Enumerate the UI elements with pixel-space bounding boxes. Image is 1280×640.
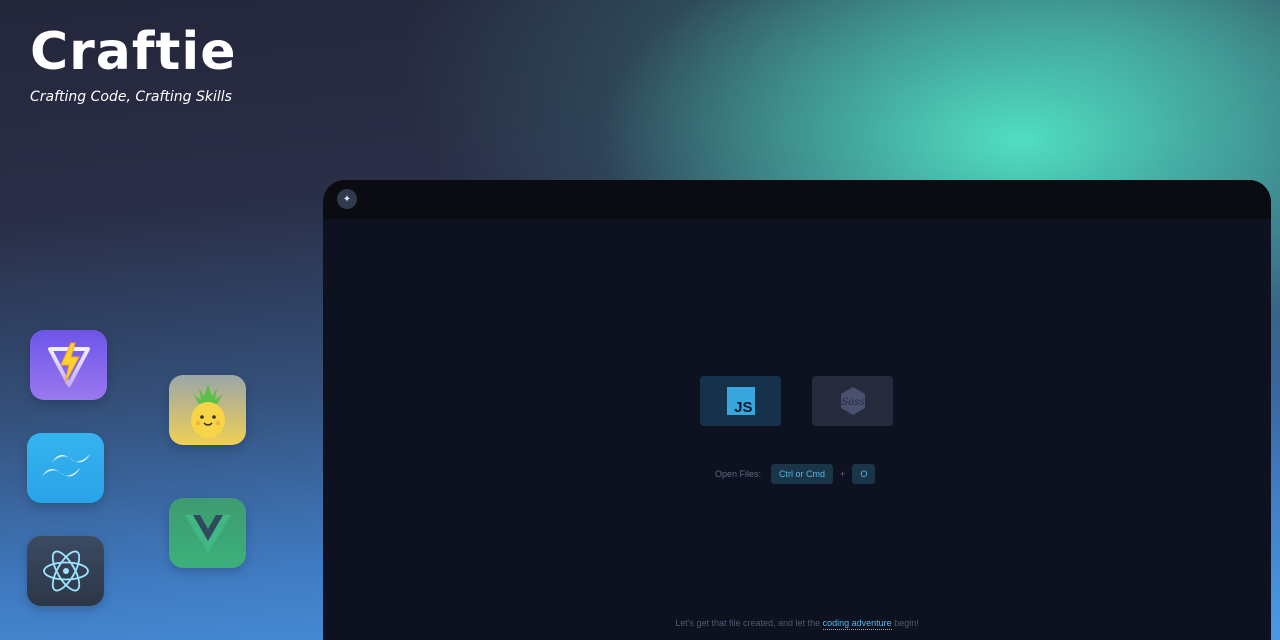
sparkle-icon[interactable]: ✦ — [337, 189, 357, 209]
open-files-hint: Open Files: Ctrl or Cmd + O — [715, 464, 876, 484]
coding-adventure-link[interactable]: coding adventure — [822, 618, 892, 630]
new-sass-file-button[interactable]: Sass — [812, 376, 893, 426]
shortcut-letter-key: O — [852, 464, 876, 484]
footer-prefix: Let's get that file created, and let the — [675, 618, 821, 628]
open-files-label: Open Files: — [715, 469, 762, 479]
vue-icon — [169, 498, 246, 568]
pinia-icon — [169, 375, 246, 445]
new-js-file-button[interactable]: JS — [700, 376, 781, 426]
app-window: ✦ JS Sass Open Files: Ctrl or Cmd + O Le… — [323, 180, 1271, 640]
vite-icon — [30, 330, 107, 400]
footer-suffix: begin! — [894, 618, 919, 628]
sass-icon: Sass — [840, 387, 865, 415]
tailwind-icon — [27, 433, 104, 503]
footer-message: Let's get that file created, and let the… — [323, 618, 1271, 630]
shortcut-plus: + — [840, 469, 846, 479]
js-label: JS — [734, 399, 753, 416]
titlebar: ✦ — [323, 180, 1271, 219]
brand-tagline: Crafting Code, Crafting Skills — [30, 89, 232, 105]
electron-icon — [27, 536, 104, 606]
javascript-icon: JS — [726, 387, 755, 416]
brand-title: Craftie — [30, 22, 237, 82]
shortcut-modifier-key: Ctrl or Cmd — [771, 464, 834, 484]
sass-label: Sass — [841, 397, 864, 408]
